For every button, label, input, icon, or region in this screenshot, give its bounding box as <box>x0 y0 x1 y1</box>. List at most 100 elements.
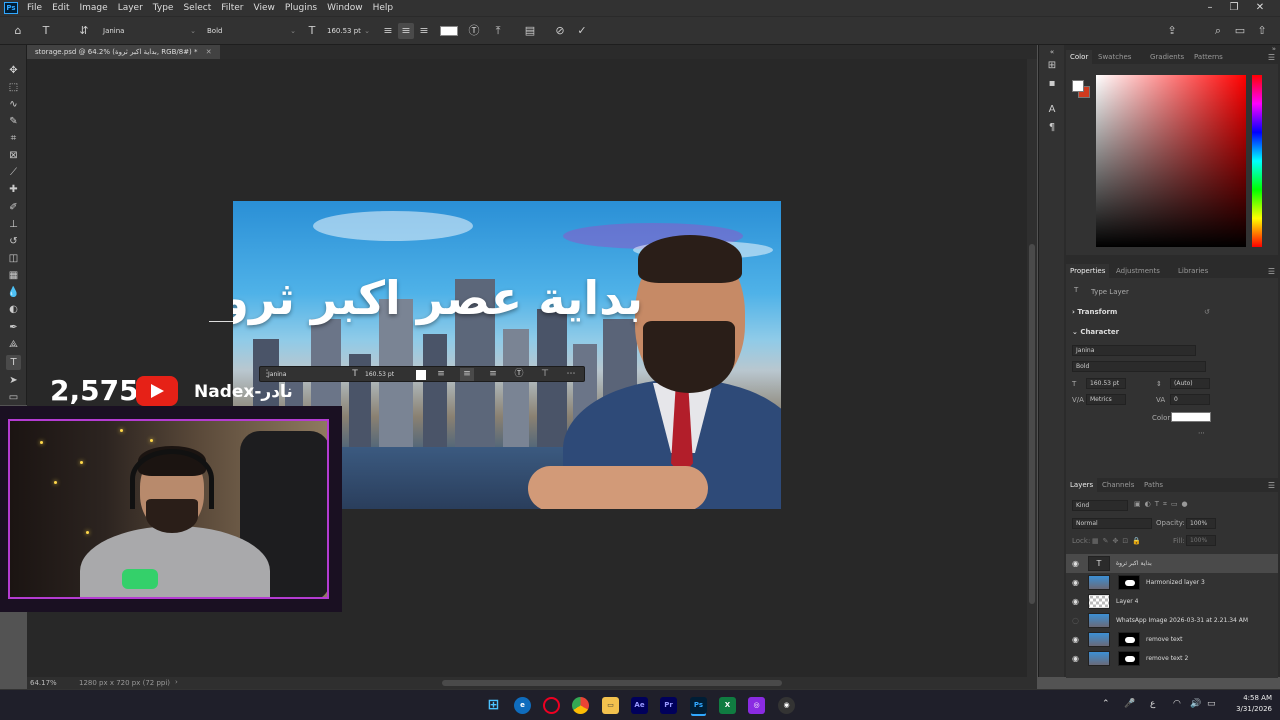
text-color-swatch[interactable] <box>440 26 458 36</box>
layer-filter-kind[interactable]: Kind <box>1072 500 1128 511</box>
eyedropper-tool-icon[interactable]: ⟋ <box>6 165 21 180</box>
char-leading-field[interactable]: (Auto) <box>1170 378 1210 389</box>
char-size-field[interactable]: 160.53 pt <box>1086 378 1126 389</box>
tab-adjustments[interactable]: Adjustments <box>1112 264 1164 278</box>
document-tab[interactable]: storage.psd @ 64.2% (بداية اكبر ثروة, RG… <box>27 45 220 59</box>
layer-row[interactable]: ○ WhatsApp Image 2026-03-31 at 2.21.34 A… <box>1066 611 1278 630</box>
float-align-right-icon[interactable]: ≡ <box>486 368 500 381</box>
menu-image[interactable]: Image <box>75 3 113 13</box>
align-center-icon[interactable]: ≡ <box>398 23 414 39</box>
eye-hidden-icon[interactable]: ○ <box>1072 611 1079 630</box>
file-explorer-icon[interactable]: ▭ <box>602 697 619 714</box>
layer-row[interactable]: ◉ T بداية اكبر ثروة <box>1066 554 1278 573</box>
float-align-center-icon[interactable]: ≡ <box>460 368 474 381</box>
opera-icon[interactable] <box>543 697 560 714</box>
menu-file[interactable]: File <box>22 3 47 13</box>
search-icon[interactable]: ⌕ <box>1210 23 1226 39</box>
panel-menu-icon[interactable]: ☰ <box>1268 267 1275 276</box>
layer-row[interactable]: ◉ Harmonized layer 3 <box>1066 573 1278 592</box>
menu-plugins[interactable]: Plugins <box>280 3 322 13</box>
status-arrow-icon[interactable]: › <box>175 678 178 686</box>
history-panel-icon[interactable]: ⊞ <box>1045 59 1059 73</box>
char-font-select[interactable]: Janina <box>1072 345 1196 356</box>
lock-icons[interactable]: ▦✎✥⊡🔒 <box>1092 537 1145 545</box>
arabic-title-text[interactable]: بداية عصر اكبر ثروة <box>233 263 643 333</box>
char-color-swatch[interactable] <box>1171 412 1211 422</box>
menu-help[interactable]: Help <box>368 3 399 13</box>
panel-menu-icon[interactable]: ☰ <box>1268 481 1275 490</box>
float-more-icon[interactable]: ⋯ <box>564 368 578 381</box>
3d-icon[interactable]: ▤ <box>522 23 538 39</box>
scroll-thumb[interactable] <box>1029 244 1035 604</box>
type-tool-preset-icon[interactable]: T <box>38 23 54 39</box>
share-panel-icon[interactable]: ⇧ <box>1254 23 1270 39</box>
clock[interactable]: 4:58 AM 3/31/2026 <box>1236 693 1272 715</box>
panel-menu-icon[interactable]: ☰ <box>1268 53 1275 62</box>
tab-paths[interactable]: Paths <box>1140 478 1167 492</box>
layer-row[interactable]: ◉ Layer 4 <box>1066 592 1278 611</box>
share-icon[interactable]: ⇪ <box>1164 23 1180 39</box>
tab-swatches[interactable]: Swatches <box>1094 50 1135 64</box>
stamp-tool-icon[interactable]: ⊥ <box>6 217 21 232</box>
quick-select-tool-icon[interactable]: ✎ <box>6 114 21 129</box>
char-tracking-field[interactable]: 0 <box>1170 394 1210 405</box>
tab-color[interactable]: Color <box>1066 50 1093 64</box>
char-style-select[interactable]: Bold <box>1072 361 1206 372</box>
minimize-button[interactable]: – <box>1200 0 1220 16</box>
fill-field[interactable]: 100% <box>1186 535 1216 546</box>
tab-patterns[interactable]: Patterns <box>1190 50 1227 64</box>
layer-mask-thumb[interactable] <box>1118 575 1140 590</box>
zoom-level[interactable]: 64.17% <box>30 679 57 687</box>
premiere-icon[interactable]: Pr <box>660 697 677 714</box>
microphone-icon[interactable]: 🎤 <box>1124 699 1135 709</box>
tab-properties[interactable]: Properties <box>1066 264 1110 278</box>
tray-overflow-icon[interactable]: ⌃ <box>1102 699 1110 709</box>
font-family-select[interactable]: Janina ⌄ <box>100 24 198 38</box>
close-tab-icon[interactable]: ✕ <box>206 48 212 56</box>
after-effects-icon[interactable]: Ae <box>631 697 648 714</box>
eye-icon[interactable]: ◉ <box>1072 630 1079 649</box>
eye-icon[interactable]: ◉ <box>1072 554 1079 573</box>
paragraph-panel-icon[interactable]: ¶ <box>1045 121 1059 135</box>
rectangle-tool-icon[interactable]: ▭ <box>6 390 21 405</box>
marquee-tool-icon[interactable]: ⬚ <box>6 80 21 95</box>
menu-type[interactable]: Type <box>148 3 179 13</box>
vertical-scrollbar[interactable] <box>1027 59 1037 677</box>
wifi-icon[interactable]: ◠ <box>1173 699 1181 709</box>
chrome-icon[interactable] <box>572 697 589 714</box>
close-button[interactable]: ✕ <box>1250 0 1270 16</box>
menu-view[interactable]: View <box>249 3 280 13</box>
align-right-icon[interactable]: ≡ <box>416 23 432 39</box>
character-section[interactable]: ⌄ Character <box>1072 328 1119 336</box>
menu-window[interactable]: Window <box>322 3 368 13</box>
warp-text-icon[interactable]: Ⓣ <box>466 23 482 39</box>
volume-icon[interactable]: 🔊 <box>1190 699 1201 709</box>
workspace-icon[interactable]: ▭ <box>1232 23 1248 39</box>
path-select-tool-icon[interactable]: ➤ <box>6 373 21 388</box>
tab-layers[interactable]: Layers <box>1066 478 1098 492</box>
foreground-color-swatch[interactable] <box>1072 80 1084 92</box>
move-tool-icon[interactable]: ✥ <box>6 63 21 78</box>
frame-tool-icon[interactable]: ⊠ <box>6 148 21 163</box>
layer-name[interactable]: remove text <box>1146 630 1183 649</box>
layer-name[interactable]: Harmonized layer 3 <box>1146 573 1205 592</box>
float-color-swatch[interactable] <box>416 370 426 380</box>
float-font-size[interactable]: 160.53 pt <box>365 369 409 380</box>
hue-slider[interactable] <box>1252 75 1262 247</box>
type-tool-icon[interactable]: T <box>6 355 21 370</box>
eye-icon[interactable]: ◉ <box>1072 592 1079 611</box>
float-character-icon[interactable]: ⊤ <box>538 368 552 381</box>
font-style-select[interactable]: Bold ⌄ <box>204 24 298 38</box>
commit-icon[interactable]: ✓ <box>574 23 590 39</box>
menu-select[interactable]: Select <box>178 3 216 13</box>
healing-tool-icon[interactable]: ✚ <box>6 182 21 197</box>
eye-icon[interactable]: ◉ <box>1072 573 1079 592</box>
tab-channels[interactable]: Channels <box>1098 478 1138 492</box>
pen-tool-icon[interactable]: ✒ <box>6 320 21 335</box>
layer-mask-thumb[interactable] <box>1118 651 1140 666</box>
collapse-icon[interactable]: « <box>1045 45 1059 59</box>
layer-name[interactable]: Layer 4 <box>1116 592 1138 611</box>
history-brush-tool-icon[interactable]: ↺ <box>6 234 21 249</box>
comments-panel-icon[interactable]: ▪ <box>1045 77 1059 91</box>
opacity-field[interactable]: 100% <box>1186 518 1216 529</box>
